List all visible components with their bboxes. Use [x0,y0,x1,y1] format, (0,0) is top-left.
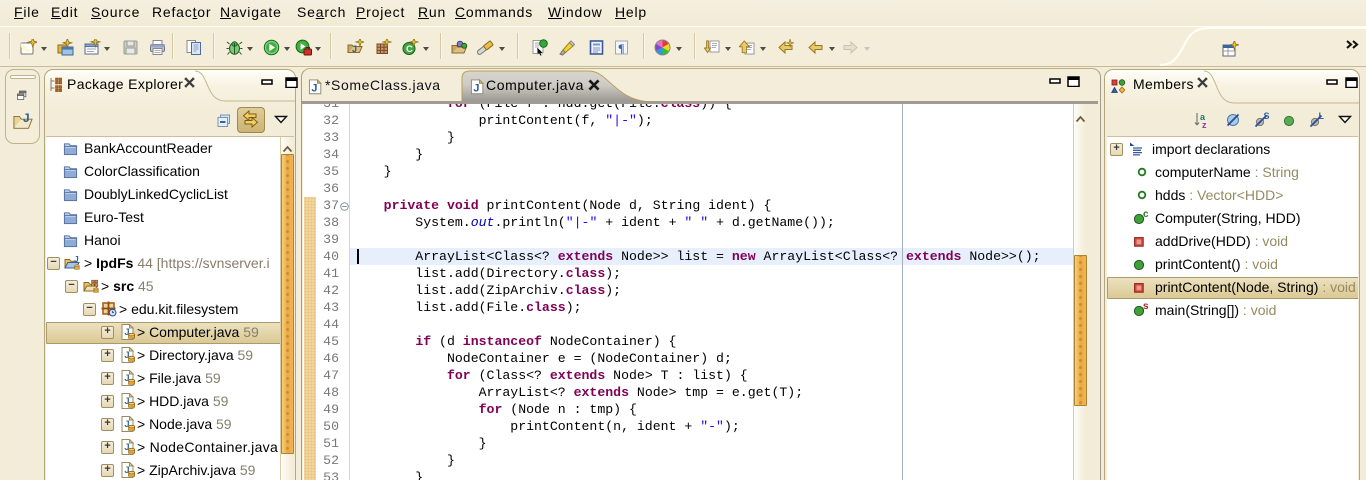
svg-text:J: J [352,44,357,54]
svg-text:J: J [23,111,30,125]
svg-text:z: z [1202,120,1207,130]
svg-text:C: C [406,44,413,55]
svg-text:¶: ¶ [618,41,624,55]
